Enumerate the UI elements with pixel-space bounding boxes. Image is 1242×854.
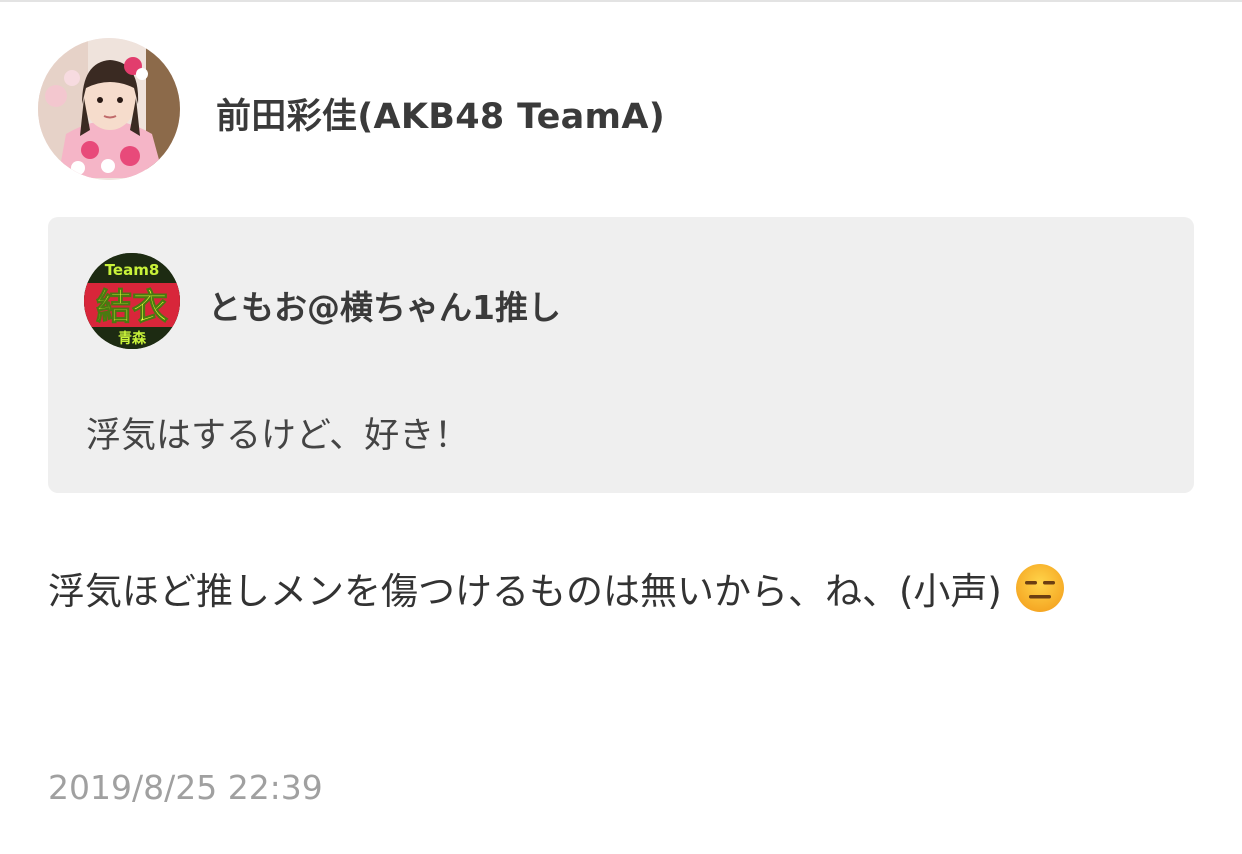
reply-body: 浮気ほど推しメンを傷つけるものは無いから、ね、(小声) xyxy=(48,558,1158,625)
post-timestamp: 2019/8/25 22:39 xyxy=(48,768,323,807)
quoted-author-name[interactable]: ともお@横ちゃん1推し xyxy=(208,281,561,329)
expressionless-face-icon xyxy=(1014,562,1066,614)
author-name[interactable]: 前田彩佳(AKB48 TeamA) xyxy=(216,88,665,139)
author-avatar[interactable] xyxy=(38,38,180,180)
quoted-author-avatar[interactable]: Team8 結衣 青森 xyxy=(84,253,180,349)
svg-text:結衣: 結衣 xyxy=(96,287,168,328)
svg-text:Team8: Team8 xyxy=(105,261,160,279)
quoted-comment-text: 浮気はするけど、好き！ xyxy=(86,416,470,456)
svg-text:青森: 青森 xyxy=(118,330,147,347)
quoted-comment[interactable]: Team8 結衣 青森 ともお@横ちゃん1推し 浮気はするけど、好き！ xyxy=(48,217,1194,493)
profile-photo-icon xyxy=(38,38,180,180)
team8-yui-aomori-icon: Team8 結衣 青森 xyxy=(84,253,180,349)
reply-text: 浮気ほど推しメンを傷つけるものは無いから、ね、(小声) xyxy=(48,570,1002,613)
top-divider xyxy=(0,0,1242,2)
